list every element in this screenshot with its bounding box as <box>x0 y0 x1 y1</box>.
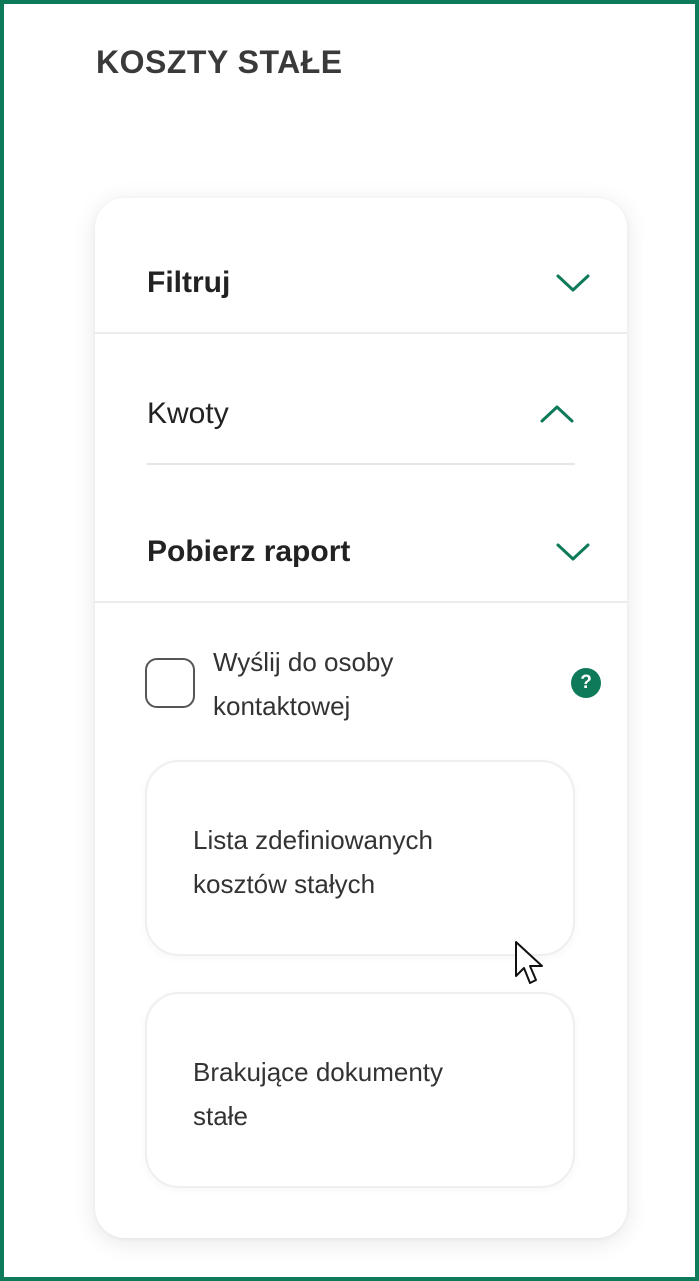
send-to-contact-label-line2: kontaktowej <box>213 691 351 721</box>
chevron-down-icon[interactable] <box>555 541 591 563</box>
section-filtruj-label: Filtruj <box>147 266 231 299</box>
chevron-up-icon[interactable] <box>539 403 575 425</box>
section-kwoty-header[interactable]: Kwoty <box>95 384 627 444</box>
divider <box>95 332 627 334</box>
section-pobierz-label: Pobierz raport <box>147 535 351 568</box>
send-to-contact-row: Wyślij do osoby kontaktowej ? <box>145 640 601 730</box>
section-kwoty-label: Kwoty <box>147 397 229 430</box>
section-filtruj-header[interactable]: Filtruj <box>95 250 627 316</box>
report-tile-label: Brakujące dokumenty stałe <box>193 1050 523 1138</box>
report-tile-label-line2: stałe <box>193 1101 248 1131</box>
report-tile-missing-documents[interactable]: Brakujące dokumenty stałe <box>145 992 575 1188</box>
send-to-contact-label-line1: Wyślij do osoby <box>213 647 394 677</box>
report-tile-label: Lista zdefiniowanych kosztów stałych <box>193 818 523 906</box>
report-tile-label-line2: kosztów stałych <box>193 869 376 899</box>
report-tile-label-line1: Brakujące dokumenty <box>193 1057 444 1087</box>
send-to-contact-label: Wyślij do osoby kontaktowej <box>213 640 513 728</box>
section-pobierz-header[interactable]: Pobierz raport <box>95 520 627 584</box>
app-frame: KOSZTY STAŁE Filtruj Kwoty Pobierz rapor… <box>0 0 699 1281</box>
page-title: KOSZTY STAŁE <box>96 44 343 80</box>
help-symbol: ? <box>580 672 592 693</box>
report-tile-label-line1: Lista zdefiniowanych <box>193 825 433 855</box>
settings-card: Filtruj Kwoty Pobierz raport Wyślij do o… <box>95 198 627 1238</box>
question-circle-icon[interactable]: ? <box>571 668 601 698</box>
mouse-pointer-icon <box>514 940 546 986</box>
report-tile-fixed-costs-list[interactable]: Lista zdefiniowanych kosztów stałych <box>145 760 575 956</box>
send-to-contact-checkbox[interactable] <box>145 658 195 708</box>
divider <box>147 463 575 465</box>
divider <box>95 601 627 603</box>
chevron-down-icon[interactable] <box>555 272 591 294</box>
